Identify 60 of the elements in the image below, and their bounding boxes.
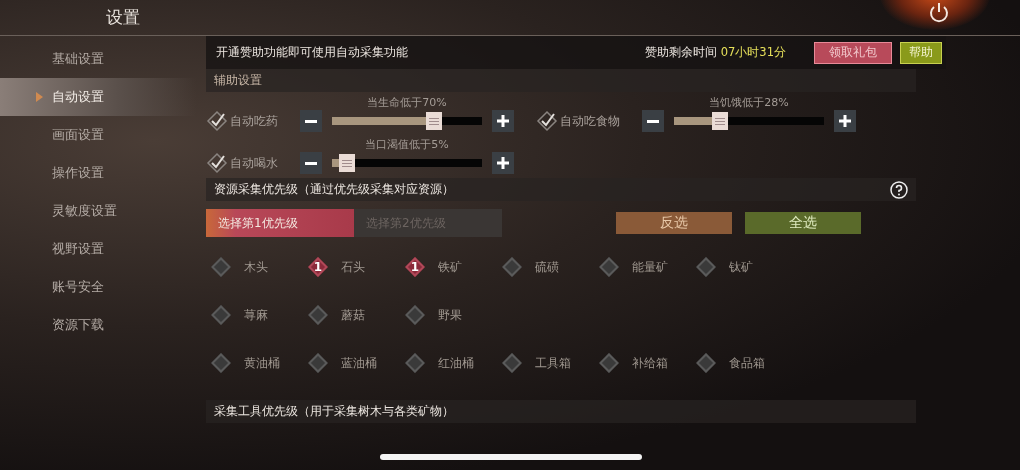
resource-label: 蓝油桶 (341, 355, 377, 371)
select-all-button[interactable]: 全选 (745, 212, 861, 234)
resource-label: 铁矿 (438, 259, 462, 275)
minus-icon (305, 161, 317, 165)
option-label: 自动吃药 (230, 113, 279, 129)
slider-handle[interactable] (425, 112, 442, 130)
sidebar-item[interactable]: 画面设置 (0, 116, 196, 154)
option-label: 自动喝水 (230, 155, 279, 171)
plus-button[interactable] (492, 110, 514, 132)
resource-label: 能量矿 (632, 259, 668, 275)
section-header: 采集工具优先级（用于采集树木与各类矿物） (206, 400, 916, 423)
sidebar-item[interactable]: 账号安全 (0, 268, 196, 306)
minus-button[interactable] (300, 110, 322, 132)
resource-label: 硫磺 (535, 259, 559, 275)
plus-icon (497, 115, 509, 127)
section-header: 辅助设置 (206, 69, 916, 92)
minus-button[interactable] (300, 152, 322, 174)
resource-label: 蘑菇 (341, 307, 365, 323)
help-icon[interactable] (890, 180, 908, 199)
resource-label: 补给箱 (632, 355, 668, 371)
page-title: 设置 (104, 6, 141, 29)
checkbox[interactable] (536, 110, 558, 132)
sponsor-notice: 开通赞助功能即可使用自动采集功能 (216, 45, 409, 60)
checkbox[interactable] (206, 152, 228, 174)
remaining-time: 赞助剩余时间 07小时31分 (645, 45, 786, 60)
slider-handle[interactable] (338, 154, 355, 172)
threshold-caption: 当口渴值低于5% (364, 137, 450, 152)
threshold-caption: 当生命低于70% (366, 95, 448, 110)
resource-label: 工具箱 (535, 355, 571, 371)
option-label: 自动吃食物 (560, 113, 621, 129)
help-button[interactable]: 帮助 (900, 41, 942, 64)
sidebar-item[interactable]: 灵敏度设置 (0, 192, 196, 230)
threshold-caption: 当饥饿低于28% (708, 95, 790, 110)
gift-button[interactable]: 领取礼包 (814, 41, 892, 64)
caret-icon (36, 92, 43, 102)
invert-selection-button[interactable]: 反选 (616, 212, 732, 234)
sidebar-item[interactable]: 视野设置 (0, 230, 196, 268)
sidebar-item[interactable]: 操作设置 (0, 154, 196, 192)
resource-label: 黄油桶 (244, 355, 280, 371)
slider-handle[interactable] (711, 112, 728, 130)
plus-icon (839, 115, 851, 127)
minus-button[interactable] (642, 110, 664, 132)
resource-label: 食品箱 (729, 355, 765, 371)
section-header: 资源采集优先级（通过优先级采集对应资源） (206, 178, 916, 201)
sidebar-item[interactable]: 基础设置 (0, 40, 196, 78)
sidebar-item[interactable]: 资源下载 (0, 306, 196, 344)
plus-button[interactable] (492, 152, 514, 174)
resource-label: 钛矿 (729, 259, 753, 275)
priority-tab[interactable]: 选择第1优先级 (206, 209, 354, 237)
resource-label: 荨麻 (244, 307, 268, 323)
resource-label: 石头 (341, 259, 365, 275)
checkbox[interactable] (206, 110, 228, 132)
plus-button[interactable] (834, 110, 856, 132)
plus-icon (497, 157, 509, 169)
resource-label: 红油桶 (438, 355, 474, 371)
resource-label: 野果 (438, 307, 462, 323)
minus-icon (647, 119, 659, 123)
power-icon[interactable] (928, 2, 950, 24)
resource-label: 木头 (244, 259, 268, 275)
minus-icon (305, 119, 317, 123)
